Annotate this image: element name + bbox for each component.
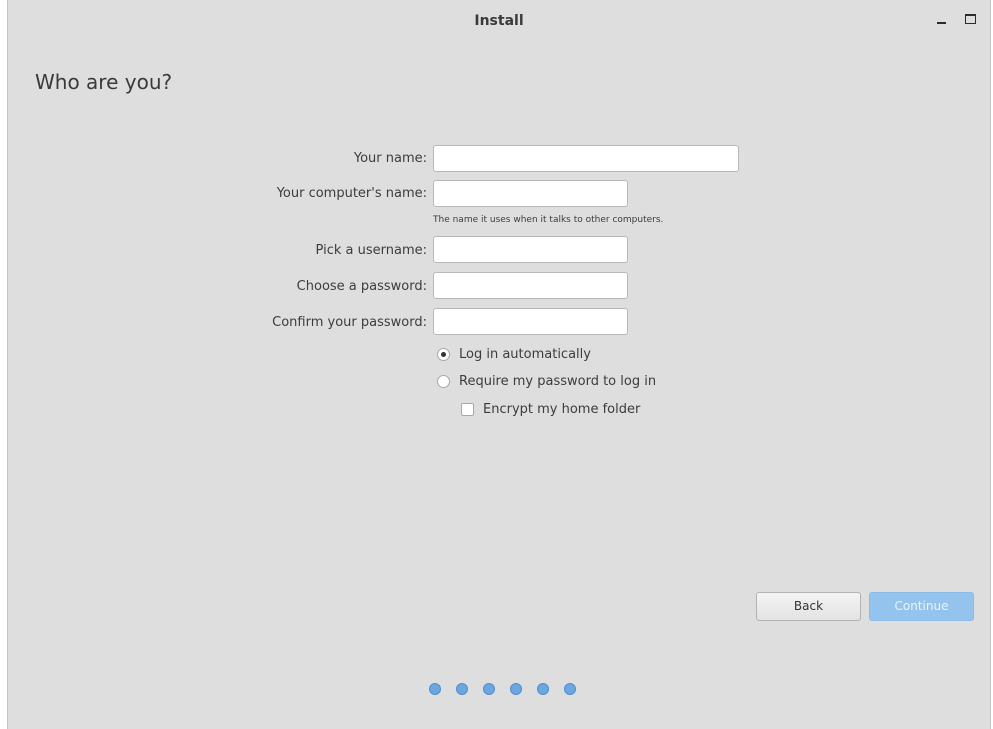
username-label: Pick a username: [315, 243, 427, 258]
installer-window: Install Who are you? Your name: Your com… [7, 0, 991, 729]
confirm-password-input[interactable] [433, 308, 628, 335]
progress-dot [564, 683, 576, 695]
confirm-password-label: Confirm your password: [272, 315, 427, 330]
back-button[interactable]: Back [756, 592, 861, 621]
progress-dot [537, 683, 549, 695]
login-auto-label: Log in automatically [459, 347, 591, 362]
username-input[interactable] [433, 236, 628, 263]
progress-dot [429, 683, 441, 695]
your-name-label: Your name: [353, 151, 427, 166]
progress-dot [510, 683, 522, 695]
continue-button[interactable]: Continue [869, 592, 974, 621]
login-password-label: Require my password to log in [459, 374, 657, 389]
password-label: Choose a password: [296, 279, 427, 294]
title-bar[interactable]: Install [8, 0, 990, 44]
minimize-icon[interactable] [933, 10, 951, 28]
computer-name-label: Your computer's name: [276, 186, 427, 201]
encrypt-home-checkbox[interactable] [461, 403, 474, 416]
progress-dot [483, 683, 495, 695]
maximize-icon[interactable] [962, 10, 980, 28]
login-auto-radio[interactable] [437, 348, 450, 361]
your-name-input[interactable] [433, 145, 739, 172]
page-title: Who are you? [35, 70, 173, 94]
step-progress [8, 683, 990, 695]
window-title: Install [474, 13, 524, 29]
password-input[interactable] [433, 272, 628, 299]
encrypt-home-label: Encrypt my home folder [483, 402, 641, 417]
login-auto-option[interactable]: Log in automatically [437, 347, 591, 362]
progress-dot [456, 683, 468, 695]
encrypt-home-option[interactable]: Encrypt my home folder [461, 402, 640, 417]
computer-name-hint: The name it uses when it talks to other … [433, 215, 664, 225]
computer-name-input[interactable] [433, 180, 628, 207]
login-password-option[interactable]: Require my password to log in [437, 374, 656, 389]
login-password-radio[interactable] [437, 375, 450, 388]
